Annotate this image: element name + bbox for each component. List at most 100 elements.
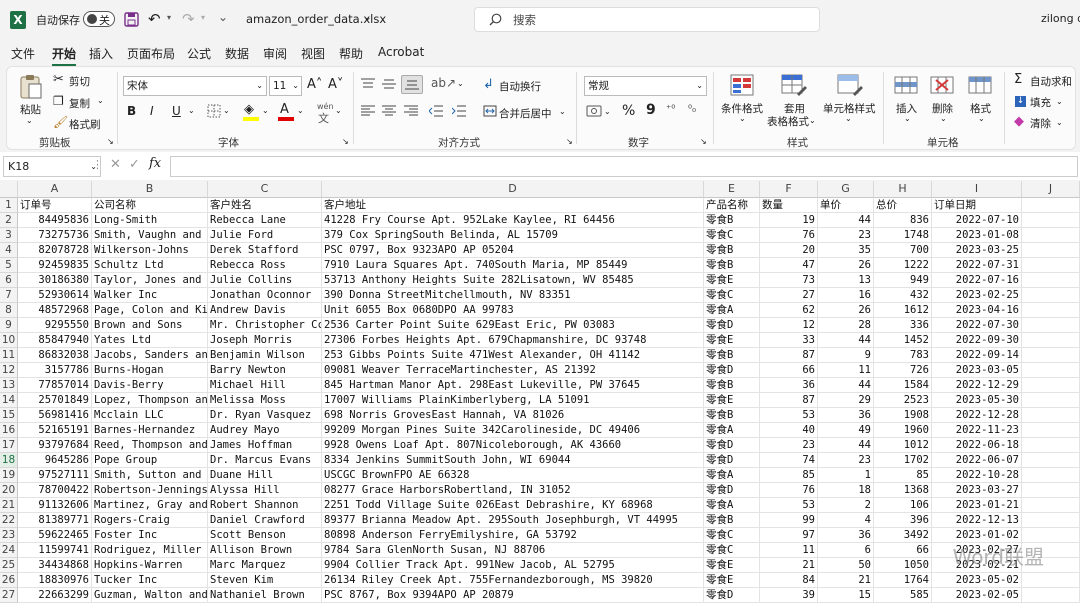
increase-font-icon[interactable]: A˄: [307, 77, 322, 92]
column-header-I[interactable]: I: [932, 181, 1022, 198]
format-dropdown-icon[interactable]: ⌄: [978, 114, 985, 123]
table-format-dropdown-icon[interactable]: ⌄: [809, 116, 816, 125]
percent-button[interactable]: %: [622, 103, 635, 119]
column-header-F[interactable]: F: [760, 181, 818, 198]
table-cell[interactable]: 零食B: [704, 213, 760, 228]
row-header[interactable]: 14: [0, 393, 18, 408]
table-cell[interactable]: Mr. Christopher Cc: [208, 318, 322, 333]
fill-color-dropdown-icon[interactable]: ⌄: [262, 106, 269, 115]
empty-cell[interactable]: [1022, 498, 1080, 513]
align-middle-icon[interactable]: [382, 78, 396, 90]
empty-cell[interactable]: [1022, 573, 1080, 588]
table-cell[interactable]: Jonathan Oconnor: [208, 288, 322, 303]
table-cell[interactable]: 零食E: [704, 393, 760, 408]
table-cell[interactable]: 86832038: [18, 348, 92, 363]
table-cell[interactable]: 77857014: [18, 378, 92, 393]
table-cell[interactable]: Julie Ford: [208, 228, 322, 243]
table-cell[interactable]: 1908: [874, 408, 932, 423]
conditional-format-icon[interactable]: [730, 74, 754, 96]
fill-dropdown-icon[interactable]: ⌄: [1056, 97, 1063, 106]
autosum-icon[interactable]: Σ: [1014, 72, 1022, 87]
table-cell[interactable]: 53713 Anthony Heights Suite 282Lisatown,…: [322, 273, 704, 288]
table-cell[interactable]: Steven Kim: [208, 573, 322, 588]
table-cell[interactable]: 82078728: [18, 243, 92, 258]
align-center-icon[interactable]: [382, 105, 396, 117]
table-cell[interactable]: Michael Hill: [208, 378, 322, 393]
empty-cell[interactable]: [1022, 438, 1080, 453]
table-cell[interactable]: 11: [818, 363, 874, 378]
table-cell[interactable]: 2523: [874, 393, 932, 408]
header-cell[interactable]: 订单日期: [932, 198, 1022, 213]
table-cell[interactable]: 48572968: [18, 303, 92, 318]
table-cell[interactable]: 零食C: [704, 543, 760, 558]
table-cell[interactable]: 253 Gibbs Points Suite 471West Alexander…: [322, 348, 704, 363]
table-cell[interactable]: 23: [818, 228, 874, 243]
row-header[interactable]: 6: [0, 273, 18, 288]
table-cell[interactable]: 2023-05-02: [932, 573, 1022, 588]
align-top-icon[interactable]: [361, 78, 375, 90]
column-header-D[interactable]: D: [322, 181, 704, 198]
table-cell[interactable]: Smith, Sutton and: [92, 468, 208, 483]
table-cell[interactable]: 36: [760, 378, 818, 393]
table-cell[interactable]: 845 Hartman Manor Apt. 298East Lukeville…: [322, 378, 704, 393]
phonetic-char-icon[interactable]: 文: [318, 110, 329, 126]
format-painter-icon[interactable]: 🖌: [53, 115, 68, 129]
table-cell[interactable]: 1452: [874, 333, 932, 348]
header-cell[interactable]: 单价: [818, 198, 874, 213]
empty-cell[interactable]: [1022, 303, 1080, 318]
table-cell[interactable]: 2022-09-30: [932, 333, 1022, 348]
format-as-table-line2[interactable]: 表格格式: [767, 114, 809, 129]
table-cell[interactable]: Taylor, Jones and: [92, 273, 208, 288]
table-cell[interactable]: Davis-Berry: [92, 378, 208, 393]
table-cell[interactable]: 23: [818, 453, 874, 468]
header-cell[interactable]: 客户姓名: [208, 198, 322, 213]
paste-dropdown-icon[interactable]: ⌄: [26, 116, 33, 125]
table-cell[interactable]: 1748: [874, 228, 932, 243]
conditional-dropdown-icon[interactable]: ⌄: [739, 114, 746, 123]
clear-button[interactable]: 清除: [1030, 116, 1051, 131]
select-all-corner[interactable]: [0, 181, 18, 198]
table-cell[interactable]: 53: [760, 408, 818, 423]
column-header-C[interactable]: C: [208, 181, 322, 198]
empty-cell[interactable]: [1022, 588, 1080, 603]
table-cell[interactable]: 2022-06-18: [932, 438, 1022, 453]
table-cell[interactable]: 零食B: [704, 513, 760, 528]
table-cell[interactable]: 零食D: [704, 318, 760, 333]
table-cell[interactable]: Rodriguez, Miller a: [92, 543, 208, 558]
table-cell[interactable]: 85: [874, 468, 932, 483]
table-cell[interactable]: 89377 Brianna Meadow Apt. 295South Josep…: [322, 513, 704, 528]
table-cell[interactable]: 396: [874, 513, 932, 528]
table-cell[interactable]: Reed, Thompson and: [92, 438, 208, 453]
table-cell[interactable]: Wilkerson-Johns: [92, 243, 208, 258]
align-bottom-button[interactable]: [401, 75, 423, 94]
orientation-dropdown-icon[interactable]: ⌄: [457, 79, 464, 88]
table-cell[interactable]: 2023-03-25: [932, 243, 1022, 258]
table-cell[interactable]: 49: [818, 423, 874, 438]
borders-icon[interactable]: [207, 104, 221, 118]
table-cell[interactable]: 零食C: [704, 288, 760, 303]
table-cell[interactable]: 零食D: [704, 453, 760, 468]
table-cell[interactable]: 2022-07-30: [932, 318, 1022, 333]
insert-cells-icon[interactable]: [894, 74, 920, 96]
table-cell[interactable]: 2023-05-30: [932, 393, 1022, 408]
table-cell[interactable]: Walker Inc: [92, 288, 208, 303]
table-cell[interactable]: 99209 Morgan Pines Suite 342Carolineside…: [322, 423, 704, 438]
table-cell[interactable]: 零食A: [704, 423, 760, 438]
formula-input[interactable]: [170, 156, 1078, 177]
table-cell[interactable]: 2023-01-08: [932, 228, 1022, 243]
table-cell[interactable]: 62: [760, 303, 818, 318]
row-header[interactable]: 23: [0, 528, 18, 543]
table-cell[interactable]: 52165191: [18, 423, 92, 438]
table-cell[interactable]: 39: [760, 588, 818, 603]
row-header[interactable]: 5: [0, 258, 18, 273]
table-cell[interactable]: Derek Stafford: [208, 243, 322, 258]
table-cell[interactable]: 1012: [874, 438, 932, 453]
table-cell[interactable]: 2251 Todd Village Suite 026East Debrashi…: [322, 498, 704, 513]
row-header[interactable]: 13: [0, 378, 18, 393]
customize-toolbar-icon[interactable]: ⌄: [218, 10, 228, 24]
table-cell[interactable]: 33: [760, 333, 818, 348]
table-cell[interactable]: Scott Benson: [208, 528, 322, 543]
orientation-icon[interactable]: ab↗: [431, 76, 456, 90]
table-cell[interactable]: 92459835: [18, 258, 92, 273]
table-cell[interactable]: 18: [818, 483, 874, 498]
